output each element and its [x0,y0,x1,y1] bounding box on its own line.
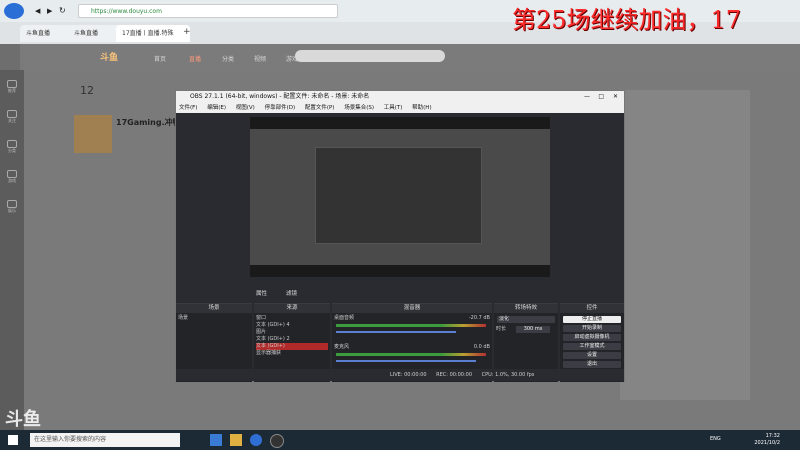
rec-timer: REC: 00:00:00 [436,372,473,378]
browser-logo-icon [4,3,24,19]
source-item[interactable]: 文本 (GDI+) 2 [256,336,328,343]
menu-docks[interactable]: 停靠部件(D) [265,105,296,111]
obs-menubar: 文件(F) 编辑(E) 视图(V) 停靠部件(D) 配置文件(P) 场景集合(S… [176,103,624,113]
follower-count: 12 [80,84,94,97]
site-search-input[interactable] [295,50,445,62]
stop-streaming-button[interactable]: 停止直播 [563,316,621,323]
douyu-watermark: 斗鱼 [5,409,41,430]
windows-taskbar: 在这里输入你要搜索的内容 ENG 17:32 2021/10/2 [0,430,800,450]
address-bar[interactable]: https://www.douyu.com [78,4,338,18]
nav-category[interactable]: 分类 [222,54,234,63]
minimize-icon[interactable]: — [584,91,590,103]
source-item[interactable]: 窗口 [256,315,328,322]
preview-bottom-strip [250,265,550,277]
menu-edit[interactable]: 编辑(E) [207,105,226,111]
rail-recommend-icon [7,80,17,88]
obs-statusbar: LIVE: 00:00:00 REC: 00:00:00 CPU: 1.0%, … [176,369,624,381]
menu-file[interactable]: 文件(F) [179,105,197,111]
menu-profile[interactable]: 配置文件(P) [305,105,335,111]
rail-follow[interactable]: 关注 [3,110,21,124]
mixer-channel-db: -20.7 dB [468,315,490,321]
rail-category[interactable]: 分类 [3,140,21,154]
language-indicator[interactable]: ENG [710,436,721,442]
close-icon[interactable]: ✕ [613,91,618,103]
obs-preview-canvas[interactable] [250,117,550,277]
settings-button[interactable]: 设置 [563,352,621,359]
rail-ent[interactable]: 娱乐 [3,200,21,214]
source-item[interactable]: 显示器捕获 [256,350,328,357]
mixer-title: 混音器 [332,304,492,313]
menu-scene-collection[interactable]: 场景集合(S) [344,105,374,111]
sources-title: 来源 [254,304,330,313]
streamer-avatar[interactable] [74,115,112,153]
rail-recommend-label: 推荐 [8,88,16,93]
clock[interactable]: 17:32 2021/10/2 [754,433,780,447]
new-tab-icon[interactable]: + [183,27,191,37]
source-item[interactable]: 文本 (GDI+) 4 [256,322,328,329]
recursive-preview [315,147,482,244]
exit-button[interactable]: 退出 [563,361,621,368]
source-filters-button[interactable]: 滤镜 [286,289,297,297]
preview-top-strip [250,117,550,129]
cpu-fps: CPU: 1.0%, 30.00 fps [481,372,535,378]
tab-active[interactable]: 17直播丨直播.特殊的... [116,25,190,54]
obs-titlebar: OBS 27.1.1 (64-bit, windows) - 配置文件: 未命名… [176,91,624,103]
volume-slider[interactable] [336,360,476,362]
audio-meter [336,353,486,356]
scene-item[interactable]: 场景 [178,315,250,322]
overlay-banner-text: 第25场继续加油，17 [512,6,742,34]
scenes-title: 场景 [176,304,252,313]
transitions-title: 转场特效 [494,304,558,313]
nav-video[interactable]: 视频 [254,54,266,63]
menu-view[interactable]: 视图(V) [236,105,255,111]
rail-follow-label: 关注 [8,118,16,123]
rail-game-label: 游戏 [8,178,16,183]
room-title: 17Gaming.冲鸭 [116,118,181,127]
live-timer: LIVE: 00:00:00 [390,372,427,378]
audio-meter [336,324,486,327]
windows-start-icon[interactable] [8,435,18,445]
menu-help[interactable]: 帮助(H) [412,105,431,111]
clock-date: 2021/10/2 [754,440,780,446]
obs-taskbar-icon[interactable] [270,434,284,448]
menu-tools[interactable]: 工具(T) [384,105,403,111]
clock-time: 17:32 [765,433,780,439]
obs-window: OBS 27.1.1 (64-bit, windows) - 配置文件: 未命名… [175,90,625,382]
rail-game[interactable]: 游戏 [3,170,21,184]
taskbar-search-input[interactable]: 在这里输入你要搜索的内容 [30,433,180,447]
controls-title: 控件 [560,304,624,313]
rail-ent-icon [7,200,17,208]
explorer-icon[interactable] [230,434,242,446]
studio-mode-button[interactable]: 工作室模式 [563,343,621,350]
side-rail: 推荐 关注 分类 游戏 娱乐 [0,70,24,430]
rail-game-icon [7,170,17,178]
refresh-icon[interactable]: ↻ [59,6,66,15]
right-info-panel [620,90,750,400]
source-properties-button[interactable]: 属性 [256,289,267,297]
mixer-channel-db: 0.0 dB [473,344,490,350]
nav-home[interactable]: 首页 [154,54,166,63]
forward-icon[interactable]: ▶ [47,7,52,15]
virtual-camera-button[interactable]: 启动虚拟摄像机 [563,334,621,341]
rail-recommend[interactable]: 推荐 [3,80,21,94]
back-icon[interactable]: ◀ [35,7,40,15]
rail-category-label: 分类 [8,148,16,153]
site-logo[interactable]: 斗鱼 [100,50,136,64]
volume-slider[interactable] [336,331,456,333]
rail-ent-label: 娱乐 [8,208,16,213]
edge-icon[interactable] [210,434,222,446]
transition-select[interactable]: 淡化 [497,316,555,323]
rail-category-icon [7,140,17,148]
start-recording-button[interactable]: 开始录制 [563,325,621,332]
browser-taskbar-icon[interactable] [250,434,262,446]
nav-live[interactable]: 直播 [189,54,201,63]
duration-input[interactable]: 300 ms [516,326,550,333]
source-item-selected[interactable]: 文本 (GDI+) [256,343,328,350]
source-item[interactable]: 图片 [256,329,328,336]
rail-follow-icon [7,110,17,118]
obs-title-text: OBS 27.1.1 (64-bit, windows) - 配置文件: 未命名… [190,93,370,100]
maximize-icon[interactable]: □ [598,91,604,103]
